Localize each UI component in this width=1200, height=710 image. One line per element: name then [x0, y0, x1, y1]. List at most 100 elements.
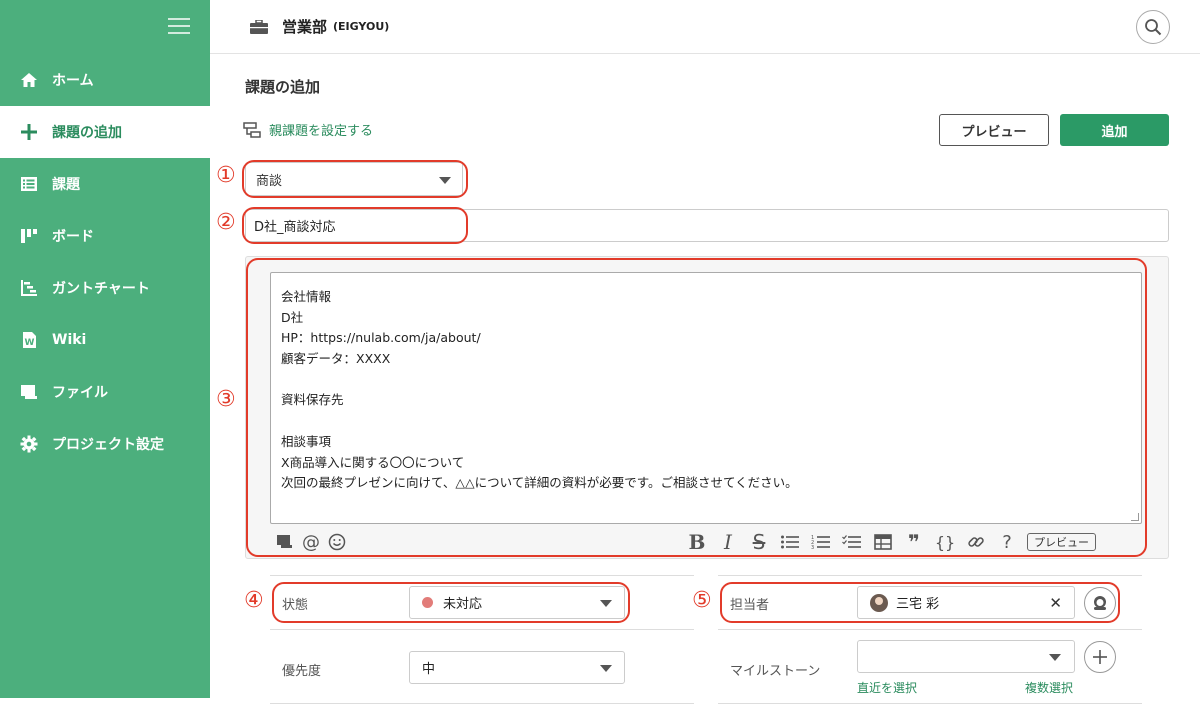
divider — [718, 629, 1142, 630]
sidebar-item-label: Wiki — [52, 332, 87, 348]
assignee-label: 担当者 — [730, 598, 770, 613]
sidebar-item-home[interactable]: ホーム — [0, 54, 210, 106]
code-button[interactable]: {} — [934, 530, 956, 554]
sidebar-item-label: 課題 — [52, 177, 80, 193]
divider — [270, 703, 694, 704]
table-button[interactable] — [872, 530, 894, 554]
at-icon: @ — [302, 531, 320, 553]
strikethrough-button[interactable]: S — [748, 530, 770, 554]
description-line: 会社情報 — [281, 289, 332, 304]
page-title: 課題の追加 — [245, 78, 321, 96]
assignee-value: 三宅 彩 — [896, 597, 940, 612]
milestone-label: マイルストーン — [730, 664, 821, 679]
description-line: 次回の最終プレゼンに向けて、△△について詳細の資料が必要です。ご相談させてくださ… — [281, 475, 798, 491]
sidebar-item-issues[interactable]: 課題 — [0, 158, 210, 210]
subject-input[interactable] — [245, 209, 1169, 242]
sidebar-item-label: プロジェクト設定 — [52, 437, 164, 453]
bold-button[interactable]: B — [686, 530, 708, 554]
annotation-number-2: ② — [216, 210, 236, 235]
briefcase-icon — [250, 19, 268, 34]
help-button[interactable]: ? — [996, 530, 1018, 554]
search-button[interactable] — [1136, 10, 1170, 44]
menu-toggle-icon[interactable] — [168, 18, 190, 36]
status-label: 状態 — [282, 598, 309, 613]
sidebar-item-label: ファイル — [52, 385, 108, 401]
checklist-icon — [842, 535, 861, 548]
gear-icon — [20, 435, 38, 453]
divider — [270, 629, 694, 630]
bold-icon: B — [688, 530, 706, 554]
milestone-select[interactable] — [857, 640, 1075, 673]
add-button[interactable]: 追加 — [1060, 114, 1169, 146]
avatar — [870, 593, 888, 612]
add-milestone-button[interactable] — [1084, 641, 1116, 673]
format-toolbar: B I S 123 ❞ {} ? プレビュー — [686, 528, 1096, 556]
bullet-list-icon — [781, 535, 799, 549]
code-icon: {} — [934, 532, 956, 552]
home-icon — [20, 71, 38, 89]
sidebar-item-board[interactable]: ボード — [0, 210, 210, 262]
priority-select[interactable]: 中 — [409, 651, 625, 684]
assign-to-me-button[interactable] — [1084, 587, 1116, 619]
plus-icon — [1093, 650, 1107, 664]
description-line: HP：https://nulab.com/ja/about/ — [281, 330, 481, 346]
link-button[interactable] — [965, 530, 987, 554]
checklist-button[interactable] — [841, 530, 863, 554]
quote-button[interactable]: ❞ — [903, 530, 925, 554]
search-icon — [1145, 19, 1162, 36]
sidebar-item-label: ガントチャート — [52, 281, 150, 297]
svg-text:W: W — [25, 338, 35, 348]
quote-icon: ❞ — [908, 530, 920, 554]
sidebar-item-label: ホーム — [52, 73, 94, 89]
attach-file-button[interactable] — [276, 530, 294, 554]
chevron-down-icon — [600, 600, 612, 607]
close-icon[interactable]: ✕ — [1049, 594, 1062, 612]
status-select[interactable]: 未対応 — [409, 586, 625, 619]
italic-button[interactable]: I — [717, 530, 739, 554]
link-icon — [968, 537, 984, 547]
description-line: 資料保存先 — [281, 392, 344, 408]
annotation-number-3: ③ — [216, 387, 236, 412]
assignee-select[interactable]: 三宅 彩 ✕ — [857, 586, 1075, 619]
sidebar-item-wiki[interactable]: W Wiki — [0, 314, 210, 366]
preview-button[interactable]: プレビュー — [939, 114, 1049, 146]
chevron-down-icon — [1049, 654, 1061, 661]
issue-type-select[interactable]: 商談 — [245, 162, 463, 196]
select-recent-link[interactable]: 直近を選択 — [857, 679, 917, 696]
sidebar-item-gantt[interactable]: ガントチャート — [0, 262, 210, 314]
parent-link-label: 親課題を設定する — [269, 124, 374, 139]
bullet-list-button[interactable] — [779, 530, 801, 554]
numbered-list-button[interactable]: 123 — [810, 530, 832, 554]
status-dot-icon — [422, 597, 433, 608]
gantt-icon — [20, 279, 38, 297]
chevron-down-icon — [439, 177, 451, 184]
svg-text:3: 3 — [811, 545, 814, 551]
mention-button[interactable]: @ — [302, 530, 320, 554]
emoji-button[interactable] — [328, 530, 346, 554]
description-textarea[interactable]: 会社情報 D社 HP：https://nulab.com/ja/about/ 顧… — [270, 272, 1142, 524]
numbered-list-icon: 123 — [811, 535, 830, 551]
multi-select-link[interactable]: 複数選択 — [1025, 679, 1073, 696]
resize-handle[interactable] — [1131, 513, 1139, 521]
folder-icon — [20, 383, 38, 401]
sidebar-item-project-settings[interactable]: プロジェクト設定 — [0, 418, 210, 470]
set-parent-issue-link[interactable]: 親課題を設定する — [243, 120, 373, 139]
divider — [718, 575, 1142, 576]
project-name[interactable]: 営業部 — [282, 16, 327, 37]
annotation-number-1: ① — [216, 163, 236, 188]
strikethrough-icon: S — [752, 530, 766, 554]
description-line — [281, 370, 1131, 391]
annotation-number-5: ⑤ — [692, 588, 712, 613]
editor-preview-button[interactable]: プレビュー — [1027, 533, 1096, 551]
divider — [270, 575, 694, 576]
description-line: 相談事項 — [281, 433, 332, 449]
smile-icon — [328, 533, 346, 551]
sidebar-item-files[interactable]: ファイル — [0, 366, 210, 418]
description-line: D社 — [281, 309, 304, 325]
wiki-icon: W — [20, 331, 38, 349]
editor-toolbar: @ B I S 123 ❞ {} ? プレビュー — [276, 528, 1136, 556]
user-icon — [1094, 596, 1106, 610]
sidebar-item-add-issue[interactable]: 課題の追加 — [0, 106, 210, 158]
priority-label: 優先度 — [282, 664, 322, 679]
description-line: 顧客データ：XXXX — [281, 351, 391, 367]
